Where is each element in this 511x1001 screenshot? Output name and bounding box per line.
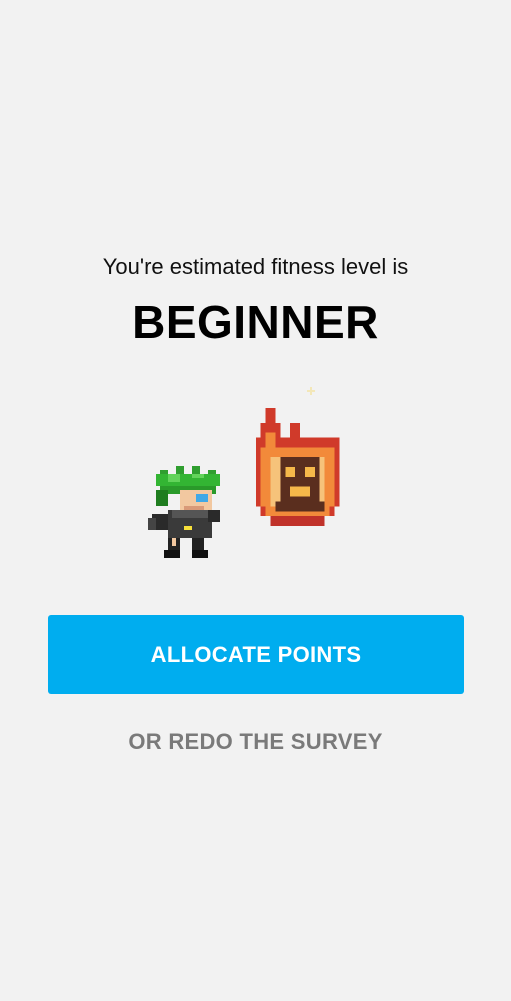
allocate-points-button[interactable]: ALLOCATE POINTS xyxy=(48,615,464,694)
fitness-level-subtitle: You're estimated fitness level is xyxy=(102,254,409,279)
fitness-result-screen: You're estimated fitness level is BEGINN… xyxy=(0,0,511,1001)
fitness-level-title: BEGINNER xyxy=(132,296,379,348)
character-illustration xyxy=(140,380,370,570)
hero-character-icon xyxy=(148,466,220,558)
sparkle-icon xyxy=(307,387,315,395)
redo-survey-button[interactable]: OR REDO THE SURVEY xyxy=(0,725,511,759)
fire-spirit-icon xyxy=(255,408,340,526)
